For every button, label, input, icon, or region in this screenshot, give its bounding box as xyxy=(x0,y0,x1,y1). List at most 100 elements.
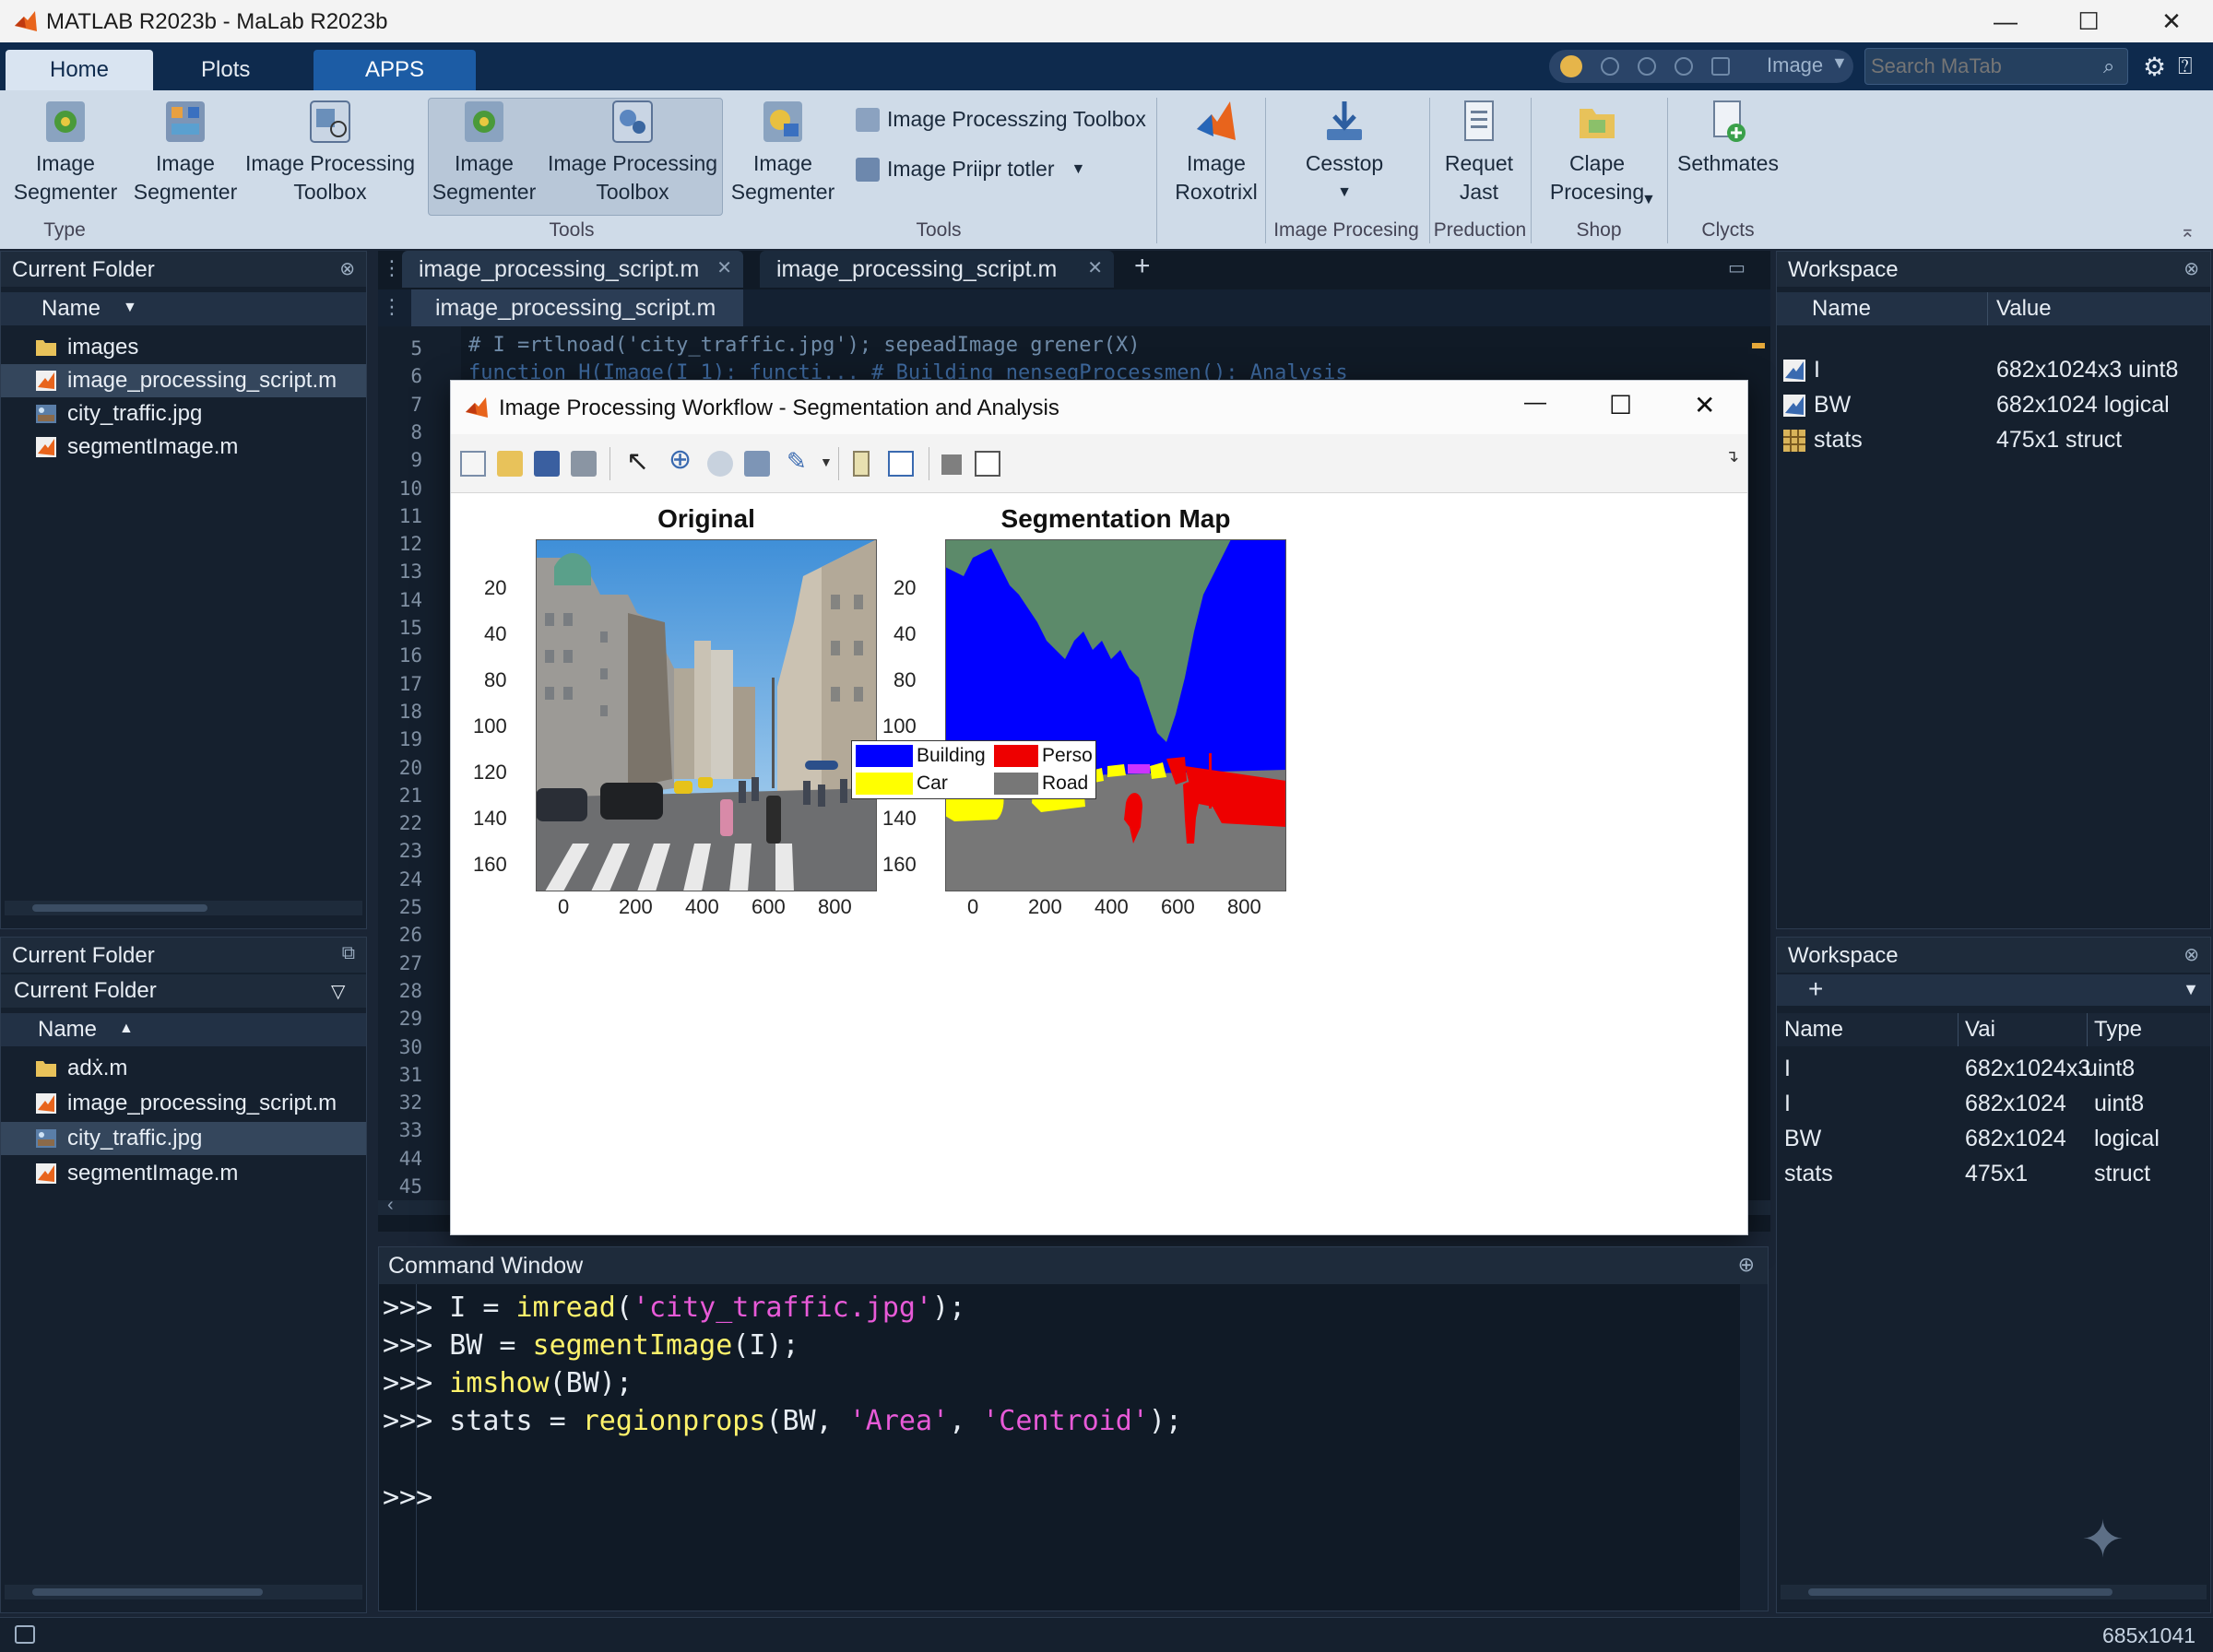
rotate-icon[interactable] xyxy=(744,451,770,477)
small-button-toolbox[interactable]: Image Processzing Toolbox xyxy=(856,107,1146,132)
file-row[interactable]: segmentImage.m xyxy=(1,431,366,464)
sparkle-icon[interactable]: ✦ xyxy=(2081,1509,2124,1570)
legend-icon[interactable] xyxy=(888,451,914,477)
open-folder-icon[interactable] xyxy=(497,451,523,477)
file-row[interactable]: city_traffic.jpg xyxy=(1,397,366,431)
search-box[interactable]: ⌕ xyxy=(1864,48,2128,85)
workspace-row[interactable]: BW 682x1024 logical xyxy=(1777,1122,2210,1157)
app-button-image-segmenter[interactable]: Image Segmenter xyxy=(129,98,242,206)
add-icon[interactable]: + xyxy=(1808,974,1823,1004)
app-button-image-roxotrixl[interactable]: Image Roxotrixl xyxy=(1158,98,1274,206)
folder-path-header[interactable]: Current Folder ▽ xyxy=(1,974,366,1008)
workspace-row[interactable]: stats 475x1 struct xyxy=(1777,1157,2210,1192)
file-row[interactable]: adẋ.m xyxy=(1,1052,366,1085)
app-button-image-processing-toolbox[interactable]: Image Processing Toolbox xyxy=(242,98,419,206)
drag-handle-icon[interactable]: ⋮ xyxy=(382,256,402,280)
code-line-5[interactable]: # I =rtlnoad('city_traffic.jpg'); sepead… xyxy=(468,334,1140,357)
zoom-in-icon[interactable]: ⊕ xyxy=(669,443,692,476)
add-tab-icon[interactable]: + xyxy=(1134,251,1151,282)
file-row[interactable]: segmentImage.m xyxy=(1,1157,366,1190)
dock-icon[interactable] xyxy=(975,451,1000,477)
workspace-row[interactable]: I 682x1024 uint8 xyxy=(1777,1087,2210,1122)
filter-icon[interactable]: ▽ xyxy=(331,980,345,1003)
gear-icon[interactable] xyxy=(1675,57,1693,76)
close-icon[interactable]: ✕ xyxy=(1694,390,1715,420)
warning-marker[interactable] xyxy=(1752,343,1765,348)
column-label-value[interactable]: Vai xyxy=(1965,1017,1995,1043)
save-icon[interactable] xyxy=(534,451,560,477)
column-header[interactable]: Name ▲ xyxy=(1,1013,366,1046)
app-button-cesstop[interactable]: Cesstop ▼ xyxy=(1269,98,1420,206)
horizontal-scrollbar[interactable] xyxy=(5,1585,362,1599)
file-row[interactable]: image_processing_script.m xyxy=(1,1087,366,1120)
app-button-image-segmenter[interactable]: Image Segmenter xyxy=(725,98,841,206)
legend[interactable]: Building Perso Car Road xyxy=(851,740,1096,799)
app-button-image-segmenter[interactable]: Image Segmenter xyxy=(7,98,124,206)
workspace-row[interactable]: I 682x1024x3 uint8 xyxy=(1777,353,2210,388)
file-row[interactable]: images xyxy=(1,331,366,364)
minimize-button[interactable]: — xyxy=(1964,0,2047,42)
close-tab-icon[interactable]: ✕ xyxy=(716,256,732,279)
collapse-ribbon-icon[interactable]: ⌅ xyxy=(2180,219,2195,242)
tab-home[interactable]: Home xyxy=(6,50,153,90)
horizontal-scrollbar[interactable] xyxy=(1781,1585,2207,1599)
minimize-icon[interactable]: — xyxy=(1524,390,1546,416)
circle-icon[interactable] xyxy=(1601,57,1619,76)
scroll-thumb[interactable] xyxy=(1808,1588,2112,1596)
column-label-value[interactable]: Value xyxy=(1996,296,2052,322)
workspace-row[interactable]: BW 682x1024 logical xyxy=(1777,388,2210,423)
file-row[interactable]: city_traffic.jpg xyxy=(1,1122,366,1155)
colorbar-icon[interactable] xyxy=(853,451,870,477)
vertical-scrollbar[interactable] xyxy=(1740,1284,1768,1611)
workspace-row[interactable]: I 682x1024x3 uint8 xyxy=(1777,1052,2210,1087)
search-input[interactable] xyxy=(1871,53,2092,80)
chevron-down-icon[interactable]: ▼ xyxy=(1831,53,1848,73)
quick-access-label[interactable]: Image xyxy=(1767,53,1823,77)
undock-icon[interactable]: ⊕ xyxy=(1738,1253,1755,1277)
small-button-printer[interactable]: Image Priipr totler ▼ xyxy=(856,157,1085,182)
scroll-thumb[interactable] xyxy=(32,1588,263,1596)
scroll-thumb[interactable] xyxy=(32,904,207,912)
minimize-panel-icon[interactable]: ▭ xyxy=(1728,256,1746,279)
hide-tools-icon[interactable] xyxy=(941,454,962,475)
settings-icon[interactable]: ⚙ xyxy=(2143,52,2166,82)
app-button-clape-procesing[interactable]: Clape Procesing xyxy=(1534,98,1660,206)
new-figure-icon[interactable] xyxy=(460,451,486,477)
chevron-down-icon[interactable]: ▼ xyxy=(1641,192,1656,208)
maximize-button[interactable]: ☐ xyxy=(2047,0,2130,42)
app-button-image-segmenter[interactable]: Image Segmenter xyxy=(426,98,542,206)
grid-icon[interactable] xyxy=(1711,57,1730,76)
expand-toolbar-icon[interactable]: ↴ xyxy=(1725,447,1739,466)
horizontal-scrollbar[interactable] xyxy=(5,901,362,915)
app-button-sethmates[interactable]: Sethmates xyxy=(1671,98,1785,178)
circle-icon[interactable] xyxy=(1638,57,1656,76)
status-icon[interactable] xyxy=(15,1625,35,1644)
column-label-type[interactable]: Type xyxy=(2094,1017,2142,1043)
workspace-row[interactable]: stats 475x1 struct xyxy=(1777,423,2210,458)
drag-handle-icon[interactable]: ⋮ xyxy=(382,295,402,319)
editor-tab[interactable]: image_processing_script.m ✕ xyxy=(402,251,743,288)
column-header[interactable]: Name ▼ xyxy=(1,292,366,325)
editor-subtab[interactable]: image_processing_script.m xyxy=(411,289,743,326)
undock-icon[interactable]: ⧉ xyxy=(342,943,355,964)
data-cursor-icon[interactable]: ✎ xyxy=(787,447,807,476)
command-prompt-line[interactable]: >>> xyxy=(383,1481,432,1514)
scroll-left-icon[interactable]: ‹ xyxy=(387,1195,394,1216)
command-window[interactable]: Command Window ⊕ >>> I = imread('city_tr… xyxy=(378,1246,1769,1611)
chevron-down-icon[interactable]: ▼ xyxy=(820,454,833,469)
close-panel-icon[interactable]: ⊗ xyxy=(2183,943,2199,966)
close-panel-icon[interactable]: ⊗ xyxy=(2183,257,2199,280)
column-label-name[interactable]: Name xyxy=(1812,296,1871,322)
pan-icon[interactable] xyxy=(707,451,733,477)
maximize-icon[interactable]: ☐ xyxy=(1609,390,1632,420)
undock-icon[interactable]: ⊗ xyxy=(339,257,355,280)
tab-apps[interactable]: APPS xyxy=(314,50,476,90)
chevron-down-icon[interactable]: ▼ xyxy=(2183,980,2199,999)
editor-tab[interactable]: image_processing_script.m ✕ xyxy=(760,251,1114,288)
app-button-requet-jast[interactable]: Requet Jast xyxy=(1431,98,1527,206)
pointer-icon[interactable]: ↖ xyxy=(626,445,649,478)
file-row[interactable]: image_processing_script.m xyxy=(1,364,366,397)
help-icon[interactable]: ⍰ xyxy=(2178,52,2193,81)
close-window-button[interactable]: ✕ xyxy=(2130,0,2213,42)
app-button-image-processing-toolbox[interactable]: Image Processing Toolbox xyxy=(542,98,723,206)
